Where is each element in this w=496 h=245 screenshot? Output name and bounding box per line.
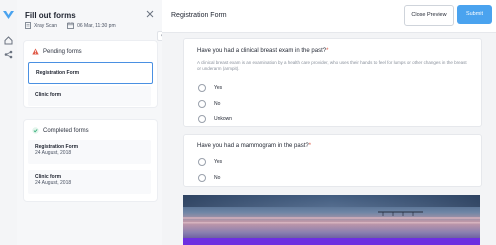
question-card-mammogram: Have you had a mammogram in the past?* Y… [183, 134, 482, 187]
radio-button[interactable] [198, 84, 206, 92]
question-description: A clinical breast exam is an examination… [197, 60, 467, 71]
completed-item-clinic-form[interactable]: Clinic form 24 August, 2018 [28, 170, 151, 194]
required-marker: * [308, 143, 312, 149]
patient-label: Xray Scan [34, 22, 58, 29]
pending-heading-label: Pending forms [43, 48, 82, 55]
pending-item-clinic-form[interactable]: Clinic form [28, 86, 151, 106]
close-preview-button[interactable]: Close Preview [404, 5, 454, 26]
required-marker: * [326, 48, 329, 54]
forms-panel: Fill out forms Xray Scan 06 Mar, 11:30 p… [17, 0, 163, 245]
page-title: Registration Form [171, 12, 227, 19]
form-header: Registration Form Close Preview Submit [162, 0, 496, 33]
form-date: 24 August, 2018 [35, 150, 72, 156]
lake-sunset-image [183, 195, 480, 245]
form-name: Clinic form [35, 92, 62, 98]
home-icon[interactable] [4, 36, 13, 45]
option-yes[interactable]: Yes [198, 158, 222, 166]
option-no[interactable]: No [198, 100, 220, 108]
question-title: Have you had a mammogram in the past?* [197, 143, 312, 149]
panel-title: Fill out forms [25, 11, 76, 20]
question-card-breast-exam: Have you had a clinical breast exam in t… [183, 38, 482, 127]
close-icon[interactable] [146, 10, 154, 18]
datetime-label: 06 Mar, 11:30 pm [77, 22, 116, 29]
logo-icon [3, 11, 14, 19]
radio-button[interactable] [198, 158, 206, 166]
radio-button[interactable] [198, 174, 206, 182]
document-icon [25, 22, 31, 29]
check-circle-icon [32, 127, 39, 134]
completed-forms-card: Completed forms Registration Form 24 Aug… [23, 119, 158, 202]
warning-icon [32, 48, 39, 55]
form-name: Registration Form [36, 70, 80, 76]
completed-heading-label: Completed forms [43, 127, 89, 134]
completed-forms-heading: Completed forms [32, 127, 89, 134]
radio-button[interactable] [198, 100, 206, 108]
question-title: Have you had a clinical breast exam in t… [197, 48, 329, 54]
radio-button[interactable] [198, 115, 206, 123]
option-unknown[interactable]: Unkown [198, 115, 232, 123]
share-icon[interactable] [4, 50, 13, 59]
pending-forms-heading: Pending forms [32, 48, 82, 55]
form-date: 24 August, 2018 [35, 180, 72, 186]
panel-meta: Xray Scan 06 Mar, 11:30 pm [25, 22, 116, 29]
pending-forms-card: Pending forms Registration Form Clinic f… [23, 40, 158, 108]
pending-item-registration-form[interactable]: Registration Form [28, 62, 153, 84]
submit-button[interactable]: Submit [457, 5, 492, 24]
form-preview-area: Have you had a clinical breast exam in t… [162, 33, 496, 245]
completed-item-registration-form[interactable]: Registration Form 24 August, 2018 [28, 140, 151, 164]
option-yes[interactable]: Yes [198, 84, 222, 92]
calendar-icon [67, 22, 74, 29]
app-rail [0, 0, 18, 245]
option-no[interactable]: No [198, 174, 220, 182]
